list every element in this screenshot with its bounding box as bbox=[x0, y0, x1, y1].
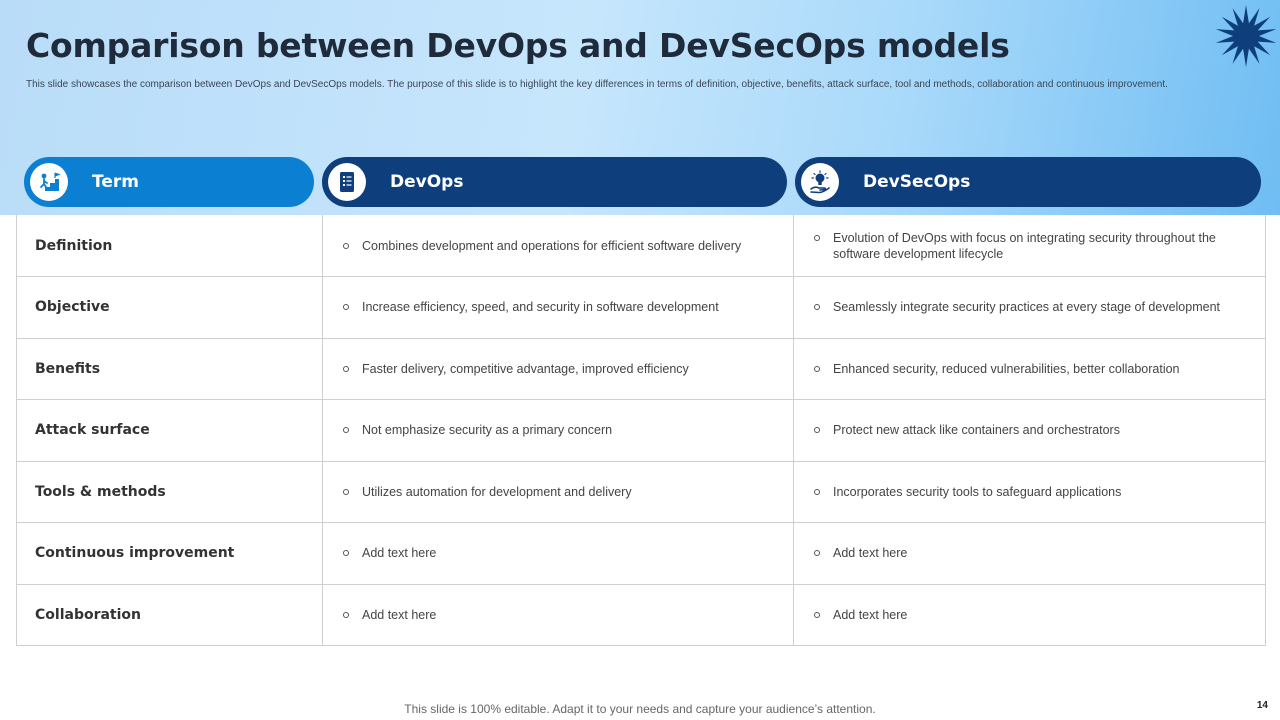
devsecops-text: Enhanced security, reduced vulnerabiliti… bbox=[833, 361, 1180, 376]
table-row: Attack surface Not emphasize security as… bbox=[16, 399, 1266, 462]
bullet-icon bbox=[343, 365, 349, 372]
header-devsecops: DevSecOps bbox=[795, 157, 1261, 207]
term-cell: Tools & methods bbox=[16, 460, 323, 523]
header-devops-label: DevOps bbox=[390, 172, 464, 192]
footer-note: This slide is 100% editable. Adapt it to… bbox=[404, 702, 876, 716]
devops-text: Not emphasize security as a primary conc… bbox=[362, 423, 613, 438]
hand-lightbulb-icon bbox=[801, 163, 839, 201]
table-row: Collaboration Add text here Add text her… bbox=[16, 583, 1266, 646]
table-row: Tools & methods Utilizes automation for … bbox=[16, 460, 1266, 523]
devsecops-text: Evolution of DevOps with focus on integr… bbox=[833, 230, 1216, 261]
devops-cell: Utilizes automation for development and … bbox=[322, 460, 794, 523]
slide-title: Comparison between DevOps and DevSecOps … bbox=[26, 26, 1010, 65]
bullet-icon bbox=[814, 234, 820, 241]
bullet-icon bbox=[343, 550, 349, 557]
term-cell: Benefits bbox=[16, 337, 323, 400]
devops-text: Utilizes automation for development and … bbox=[362, 484, 632, 499]
devsecops-cell: Add text here bbox=[793, 583, 1266, 646]
header-devops: DevOps bbox=[322, 157, 787, 207]
bullet-icon bbox=[814, 365, 820, 372]
devops-text: Add text here bbox=[362, 546, 437, 561]
devsecops-cell: Protect new attack like containers and o… bbox=[793, 399, 1266, 462]
devsecops-cell: Evolution of DevOps with focus on integr… bbox=[793, 215, 1266, 277]
bullet-icon bbox=[814, 550, 820, 557]
bullet-icon bbox=[343, 242, 349, 249]
term-cell: Continuous improvement bbox=[16, 522, 323, 585]
comparison-table: Definition Combines development and oper… bbox=[16, 215, 1266, 646]
devops-text: Faster delivery, competitive advantage, … bbox=[362, 361, 689, 376]
devsecops-cell: Seamlessly integrate security practices … bbox=[793, 276, 1266, 339]
table-row: Definition Combines development and oper… bbox=[16, 215, 1266, 277]
devops-text: Combines development and operations for … bbox=[362, 238, 742, 253]
bullet-icon bbox=[343, 304, 349, 311]
bullet-icon bbox=[814, 427, 820, 434]
slide-subtitle: This slide showcases the comparison betw… bbox=[26, 79, 1168, 90]
bullet-icon bbox=[343, 427, 349, 434]
devsecops-text: Seamlessly integrate security practices … bbox=[833, 300, 1220, 315]
table-row: Objective Increase efficiency, speed, an… bbox=[16, 276, 1266, 339]
bullet-icon bbox=[343, 488, 349, 495]
devops-cell: Combines development and operations for … bbox=[322, 215, 794, 277]
bullet-icon bbox=[814, 611, 820, 618]
devsecops-text: Add text here bbox=[833, 607, 908, 622]
devops-text: Add text here bbox=[362, 607, 437, 622]
term-cell: Attack surface bbox=[16, 399, 323, 462]
devops-cell: Not emphasize security as a primary conc… bbox=[322, 399, 794, 462]
bullet-icon bbox=[343, 611, 349, 618]
table-row: Continuous improvement Add text here Add… bbox=[16, 522, 1266, 585]
devsecops-cell: Add text here bbox=[793, 522, 1266, 585]
person-climbing-stairs-icon bbox=[30, 163, 68, 201]
header-term-label: Term bbox=[92, 172, 139, 192]
devsecops-text: Protect new attack like containers and o… bbox=[833, 423, 1120, 438]
starburst-icon bbox=[1215, 5, 1277, 67]
header-term: Term bbox=[24, 157, 314, 207]
term-cell: Definition bbox=[16, 215, 323, 277]
term-cell: Objective bbox=[16, 276, 323, 339]
devsecops-cell: Incorporates security tools to safeguard… bbox=[793, 460, 1266, 523]
page-number: 14 bbox=[1256, 700, 1268, 711]
document-list-icon bbox=[328, 163, 366, 201]
devops-text: Increase efficiency, speed, and security… bbox=[362, 300, 719, 315]
bullet-icon bbox=[814, 304, 820, 311]
term-cell: Collaboration bbox=[16, 583, 323, 646]
devsecops-text: Add text here bbox=[833, 546, 908, 561]
devops-cell: Add text here bbox=[322, 522, 794, 585]
devops-cell: Add text here bbox=[322, 583, 794, 646]
devsecops-cell: Enhanced security, reduced vulnerabiliti… bbox=[793, 337, 1266, 400]
table-row: Benefits Faster delivery, competitive ad… bbox=[16, 337, 1266, 400]
devops-cell: Faster delivery, competitive advantage, … bbox=[322, 337, 794, 400]
bullet-icon bbox=[814, 488, 820, 495]
devsecops-text: Incorporates security tools to safeguard… bbox=[833, 484, 1122, 499]
devops-cell: Increase efficiency, speed, and security… bbox=[322, 276, 794, 339]
header-devsecops-label: DevSecOps bbox=[863, 172, 971, 192]
